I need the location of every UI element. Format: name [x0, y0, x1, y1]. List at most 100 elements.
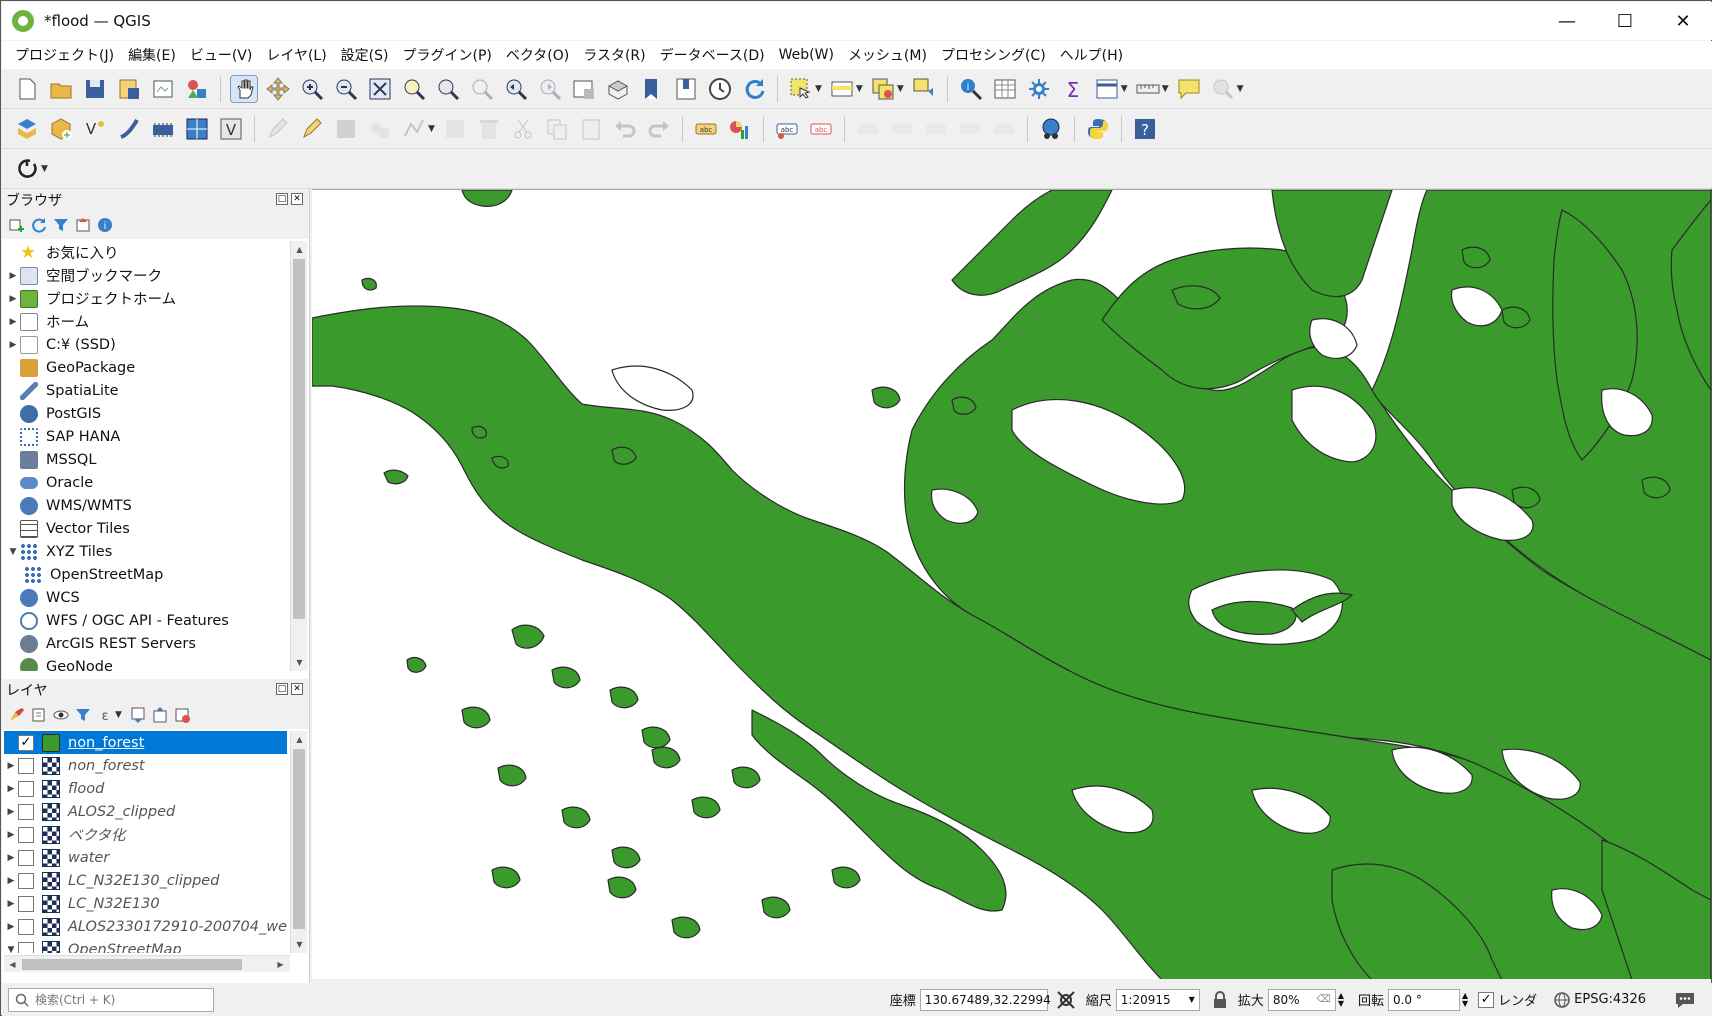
magnifier-spinner[interactable]: ▲ ▼	[1338, 991, 1344, 1008]
menu-database[interactable]: データベース(D)	[653, 45, 772, 65]
layer-row[interactable]: ▶ water	[4, 846, 287, 869]
help-icon[interactable]: ?	[1132, 116, 1158, 142]
layer-row[interactable]: ▶ ベクタ化	[4, 823, 287, 846]
identify-features-icon[interactable]: i	[958, 76, 984, 102]
zoom-native-icon[interactable]	[469, 76, 495, 102]
crs-globe-icon[interactable]	[1553, 991, 1571, 1009]
measure-dropdown-icon[interactable]: ▼	[1162, 84, 1169, 94]
minimize-button[interactable]: —	[1538, 2, 1596, 40]
extents-toggle-icon[interactable]	[1054, 988, 1078, 1012]
attribute-selection-icon[interactable]	[829, 76, 855, 102]
select-dropdown-icon[interactable]: ▼	[815, 84, 822, 94]
save-project-icon[interactable]	[82, 76, 108, 102]
browser-item-wms[interactable]: WMS/WMTS	[6, 494, 287, 517]
copy-features-icon[interactable]	[544, 116, 570, 142]
temporal-controller-icon[interactable]	[707, 76, 733, 102]
zoom-in-icon[interactable]	[299, 76, 325, 102]
rotation-field[interactable]: 0.0 °	[1387, 988, 1460, 1011]
menu-raster[interactable]: ラスタ(R)	[576, 45, 652, 65]
close-layers-panel-icon[interactable]: ✕	[291, 683, 303, 695]
browser-item-wfs[interactable]: WFS / OGC API - Features	[6, 609, 287, 632]
menu-settings[interactable]: 設定(S)	[334, 45, 396, 65]
modify-attributes-icon[interactable]	[442, 116, 468, 142]
add-group-icon[interactable]	[30, 706, 48, 724]
style-manager-icon[interactable]	[184, 76, 210, 102]
select-by-location-icon[interactable]	[911, 76, 937, 102]
info-icon[interactable]: i	[96, 216, 114, 234]
browser-item-xyz-tiles[interactable]: ▼ XYZ Tiles	[6, 540, 287, 563]
browser-item-geopackage[interactable]: GeoPackage	[6, 356, 287, 379]
browser-item-favorites[interactable]: ★ お気に入り	[6, 241, 287, 264]
menu-help[interactable]: ヘルプ(H)	[1053, 45, 1130, 65]
open-layer-styling-icon[interactable]	[8, 706, 26, 724]
layer-row[interactable]: ▶ ALOS2_clipped	[4, 800, 287, 823]
paste-features-icon[interactable]	[578, 116, 604, 142]
remove-layer-icon[interactable]	[173, 706, 191, 724]
browser-scrollbar[interactable]: ▲ ▼	[290, 241, 307, 671]
float-layers-panel-icon[interactable]: □	[276, 683, 288, 695]
messages-icon[interactable]	[1674, 990, 1696, 1010]
show-bookmarks-icon[interactable]	[673, 76, 699, 102]
layer-visibility-checkbox[interactable]	[18, 803, 34, 820]
new-spatialite-layer-icon[interactable]	[116, 116, 142, 142]
layer-visibility-checkbox[interactable]	[18, 918, 34, 935]
browser-item-postgis[interactable]: PostGIS	[6, 402, 287, 425]
browser-item-drive[interactable]: ▶ C:¥ (SSD)	[6, 333, 287, 356]
scale-dropdown-icon[interactable]: ▼	[1189, 995, 1195, 1004]
layer-row[interactable]: ▶ non_forest	[4, 754, 287, 777]
label-toolbar-icon[interactable]: abc	[693, 116, 719, 142]
new-geopackage-layer-icon[interactable]	[48, 116, 74, 142]
lock-scale-icon[interactable]	[1210, 990, 1230, 1010]
float-panel-icon[interactable]: □	[276, 193, 288, 205]
new-shapefile-layer-icon[interactable]: V	[82, 116, 108, 142]
zoom-last-icon[interactable]	[503, 76, 529, 102]
zoom-out-icon[interactable]	[333, 76, 359, 102]
flood-map[interactable]	[312, 190, 1711, 979]
deselect-features-icon[interactable]	[870, 76, 896, 102]
clear-icon[interactable]: ⌫	[1317, 994, 1331, 1005]
manage-map-themes-icon[interactable]	[52, 706, 70, 724]
map-canvas[interactable]	[312, 189, 1711, 979]
browser-item-arcgis[interactable]: ArcGIS REST Servers	[6, 632, 287, 655]
label-properties-icon[interactable]	[957, 116, 983, 142]
layer-row[interactable]: ▶ flood	[4, 777, 287, 800]
collapse-all-icon[interactable]	[74, 216, 92, 234]
zoom-to-layer-icon[interactable]	[435, 76, 461, 102]
expand-all-icon[interactable]	[129, 706, 147, 724]
coordinate-field[interactable]: 130.67489,32.22994	[919, 988, 1051, 1011]
layer-visibility-checkbox[interactable]: ✓	[18, 734, 34, 751]
layer-row[interactable]: ✓ non_forest	[4, 731, 287, 754]
layer-visibility-checkbox[interactable]	[18, 826, 34, 843]
add-layers-icon[interactable]	[8, 216, 26, 234]
menu-layer[interactable]: レイヤ(L)	[259, 45, 333, 65]
browser-item-spatial-bookmarks[interactable]: ▶ 空間ブックマーク	[6, 264, 287, 287]
menu-mesh[interactable]: メッシュ(M)	[841, 45, 934, 65]
vertex-dropdown-icon[interactable]: ▼	[428, 124, 435, 134]
locator-dropdown-icon[interactable]: ▼	[1237, 84, 1244, 94]
redo-icon[interactable]	[646, 116, 672, 142]
menu-web[interactable]: Web(W)	[772, 47, 841, 63]
python-console-icon[interactable]	[1085, 116, 1111, 142]
digitize-icon[interactable]	[367, 116, 393, 142]
layer-visibility-checkbox[interactable]	[18, 757, 34, 774]
open-project-icon[interactable]	[48, 76, 74, 102]
pan-map-icon[interactable]	[230, 74, 258, 103]
add-vector-layer-icon[interactable]: V	[218, 116, 244, 142]
crs-label[interactable]: EPSG:4326	[1574, 992, 1646, 1007]
save-edits-icon[interactable]	[333, 116, 359, 142]
layer-row[interactable]: ▶ LC_N32E130	[4, 892, 287, 915]
collapse-all-layers-icon[interactable]	[151, 706, 169, 724]
browser-item-sap-hana[interactable]: SAP HANA	[6, 425, 287, 448]
layer-visibility-checkbox[interactable]	[18, 780, 34, 797]
layer-row[interactable]: ▼ OpenStreetMap	[4, 938, 287, 953]
deselect-dropdown-icon[interactable]: ▼	[897, 84, 904, 94]
save-as-icon[interactable]	[116, 76, 142, 102]
vertex-tool-icon[interactable]	[401, 116, 427, 142]
filter-legend-icon[interactable]	[74, 706, 92, 724]
layout-manager-icon[interactable]	[150, 76, 176, 102]
refresh-icon[interactable]	[741, 76, 767, 102]
filter-browser-icon[interactable]	[52, 216, 70, 234]
browser-item-home[interactable]: ▶ ホーム	[6, 310, 287, 333]
data-source-manager-icon[interactable]	[14, 116, 40, 142]
measure-line-icon[interactable]	[1135, 76, 1161, 102]
